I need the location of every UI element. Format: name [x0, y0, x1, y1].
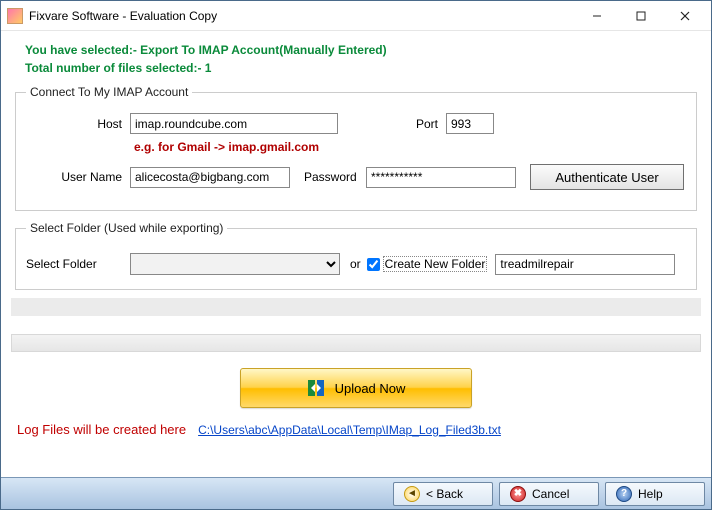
help-button-label: Help	[638, 487, 663, 501]
password-input[interactable]	[366, 167, 516, 188]
cancel-button[interactable]: ✖ Cancel	[499, 482, 599, 506]
help-icon: ?	[616, 486, 632, 502]
status-bar-placeholder	[11, 298, 701, 316]
create-folder-checkbox[interactable]	[367, 258, 380, 271]
cancel-button-label: Cancel	[532, 487, 569, 501]
select-folder-group: Select Folder (Used while exporting) Sel…	[15, 221, 697, 290]
progress-track	[11, 334, 701, 352]
log-line: Log Files will be created here C:\Users\…	[17, 422, 695, 437]
host-hint: e.g. for Gmail -> imap.gmail.com	[134, 140, 686, 154]
username-input[interactable]	[130, 167, 290, 188]
new-folder-input[interactable]	[495, 254, 675, 275]
back-button-label: < Back	[426, 487, 463, 501]
help-button[interactable]: ? Help	[605, 482, 705, 506]
titlebar: Fixvare Software - Evaluation Copy	[1, 1, 711, 31]
maximize-icon	[636, 11, 646, 21]
content-area: You have selected:- Export To IMAP Accou…	[1, 31, 711, 477]
footer-bar: ◄ < Back ✖ Cancel ? Help	[1, 477, 711, 509]
close-icon	[680, 11, 690, 21]
file-count-line: Total number of files selected:- 1	[25, 61, 693, 75]
imap-group-legend: Connect To My IMAP Account	[26, 85, 192, 99]
create-folder-label: Create New Folder	[383, 256, 488, 272]
log-path-link[interactable]: C:\Users\abc\AppData\Local\Temp\IMap_Log…	[198, 423, 501, 437]
back-button[interactable]: ◄ < Back	[393, 482, 493, 506]
cancel-icon: ✖	[510, 486, 526, 502]
port-input[interactable]	[446, 113, 494, 134]
folder-group-legend: Select Folder (Used while exporting)	[26, 221, 227, 235]
select-folder-dropdown[interactable]	[130, 253, 340, 275]
select-folder-label: Select Folder	[26, 257, 118, 271]
minimize-icon	[592, 11, 602, 21]
back-icon: ◄	[404, 486, 420, 502]
username-label: User Name	[26, 170, 122, 184]
upload-button-label: Upload Now	[335, 381, 406, 396]
upload-icon	[307, 379, 325, 397]
port-label: Port	[344, 117, 438, 131]
imap-account-group: Connect To My IMAP Account Host Port e.g…	[15, 85, 697, 211]
log-label: Log Files will be created here	[17, 422, 186, 437]
minimize-button[interactable]	[575, 2, 619, 30]
password-label: Password	[296, 170, 366, 184]
close-button[interactable]	[663, 2, 707, 30]
upload-now-button[interactable]: Upload Now	[240, 368, 472, 408]
app-icon	[7, 8, 23, 24]
maximize-button[interactable]	[619, 2, 663, 30]
or-text: or	[350, 257, 361, 271]
host-label: Host	[26, 117, 122, 131]
authenticate-button[interactable]: Authenticate User	[530, 164, 684, 190]
host-input[interactable]	[130, 113, 338, 134]
selected-export-line: You have selected:- Export To IMAP Accou…	[25, 43, 693, 57]
app-window: Fixvare Software - Evaluation Copy You h…	[0, 0, 712, 510]
window-title: Fixvare Software - Evaluation Copy	[29, 9, 575, 23]
